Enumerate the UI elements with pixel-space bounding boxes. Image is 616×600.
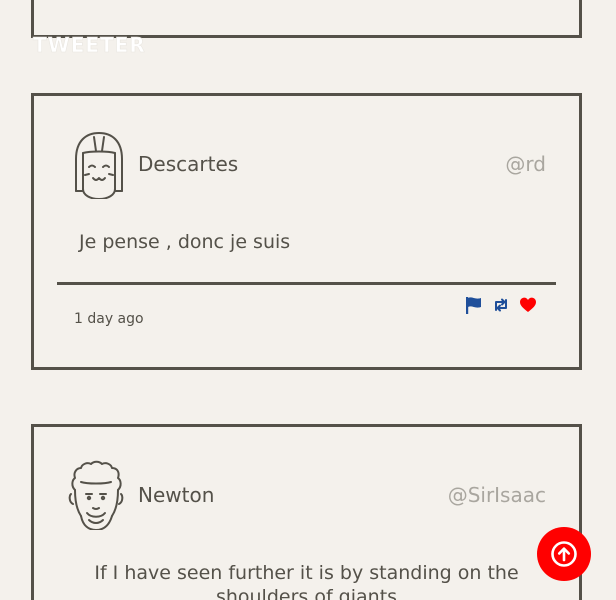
divider <box>57 282 556 285</box>
tweet-card: Descartes @rd Je pense , donc je suis 1 … <box>31 93 582 370</box>
tweet-actions <box>465 296 537 314</box>
scroll-to-top-button[interactable] <box>537 527 591 581</box>
tweet-text: If I have seen further it is by standing… <box>94 562 519 600</box>
tweet-timestamp: 1 day ago <box>74 311 144 327</box>
tweet-card: Newton @SirIsaac If I have seen further … <box>31 424 582 600</box>
girl-face-avatar-icon <box>75 132 123 199</box>
author-handle: @SirIsaac <box>447 483 546 507</box>
retweet-icon[interactable] <box>492 296 510 314</box>
tweet-text: Je pense , donc je suis <box>79 231 291 253</box>
flag-icon[interactable] <box>465 296 483 314</box>
author-name: Newton <box>138 483 215 507</box>
page: TWEETER Descartes @rd Je pense , donc je… <box>0 0 616 600</box>
author-handle: @rd <box>505 152 546 176</box>
brand-logo[interactable]: TWEETER <box>33 33 146 58</box>
curly-hair-man-avatar-icon <box>68 460 124 530</box>
author-name: Descartes <box>138 152 239 176</box>
arrow-up-circle-icon <box>551 541 577 567</box>
heart-icon[interactable] <box>519 296 537 314</box>
